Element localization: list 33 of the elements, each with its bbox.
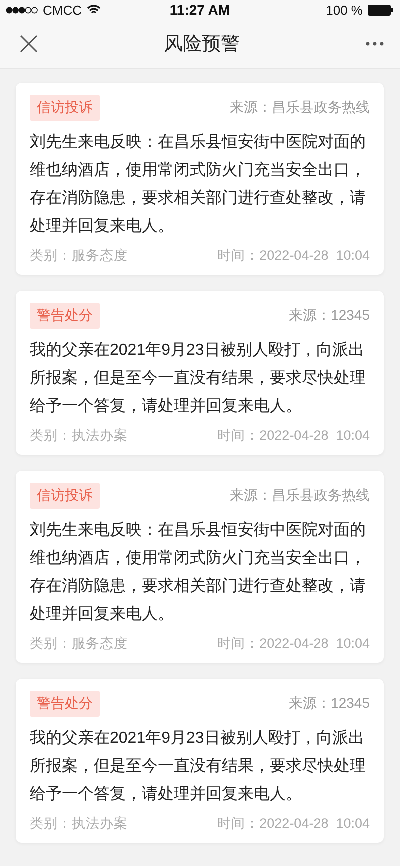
category-text: 类别：执法办案 [30, 815, 128, 833]
source-text: 来源：昌乐县政务热线 [230, 99, 370, 117]
category-tag: 警告处分 [30, 303, 100, 329]
signal-icon [6, 6, 38, 14]
close-button[interactable] [20, 35, 38, 53]
source-text: 来源：昌乐县政务热线 [230, 487, 370, 505]
more-button[interactable] [366, 42, 384, 46]
card-content: 我的父亲在2021年9月23日被别人殴打，向派出所报案，但是至今一直没有结果，要求尽快处理给予一个答复，请处理并回复来电人。 [30, 340, 367, 417]
category-tag: 警告处分 [30, 691, 100, 717]
time-text: 时间：2022-04-28 10:04 [218, 635, 370, 653]
category-tag: 信访投诉 [30, 483, 100, 509]
warning-card[interactable]: 警告处分 来源：12345 我的父亲在2021年9月23日被别人殴打，向派出所报案，但是至今一直没有结果，要求尽快处理给予一个答复，请处理并回复来电人。 类别：执法办案 时间：2022-04-28 10:04 [16, 291, 384, 455]
category-text: 类别：执法办案 [30, 427, 128, 445]
card-content: 刘先生来电反映：在昌乐县恒安街中医院对面的维也纳酒店，使用常闭式防火门充当安全出口，存在消防隐患，要求相关部门进行查处整改，请处理并回复来电人。 [30, 520, 367, 625]
time-text: 时间：2022-04-28 10:04 [218, 247, 370, 265]
carrier-name: CMCC [43, 2, 82, 18]
warning-card[interactable]: 信访投诉 来源：昌乐县政务热线 刘先生来电反映：在昌乐县恒安街中医院对面的维也纳酒店，使用常闭式防火门充当安全出口，存在消防隐患，要求相关部门进行查处整改，请处理并回复来电人。 类别：服务态度 时间：2022-04-28 10:04 [16, 471, 384, 663]
card-content: 刘先生来电反映：在昌乐县恒安街中医院对面的维也纳酒店，使用常闭式防火门充当安全出口，存在消防隐患，要求相关部门进行查处整改，请处理并回复来电人。 [30, 132, 367, 237]
category-tag: 信访投诉 [30, 95, 100, 121]
wifi-icon [87, 5, 101, 15]
time-text: 时间：2022-04-28 10:04 [218, 815, 370, 833]
warning-card[interactable]: 警告处分 来源：12345 我的父亲在2021年9月23日被别人殴打，向派出所报案，但是至今一直没有结果，要求尽快处理给予一个答复，请处理并回复来电人。 类别：执法办案 时间：2022-04-28 10:04 [16, 679, 384, 843]
battery-icon [368, 4, 394, 16]
time-text: 时间：2022-04-28 10:04 [218, 427, 370, 445]
card-content: 我的父亲在2021年9月23日被别人殴打，向派出所报案，但是至今一直没有结果，要求尽快处理给予一个答复，请处理并回复来电人。 [30, 728, 367, 805]
category-text: 类别：服务态度 [30, 247, 128, 265]
clock-time: 11:27 AM [170, 2, 230, 18]
source-text: 来源：12345 [289, 695, 370, 713]
category-text: 类别：服务态度 [30, 635, 128, 653]
source-text: 来源：12345 [289, 307, 370, 325]
page-title: 风险预警 [164, 33, 240, 57]
warning-card[interactable]: 信访投诉 来源：昌乐县政务热线 刘先生来电反映：在昌乐县恒安街中医院对面的维也纳酒店，使用常闭式防火门充当安全出口，存在消防隐患，要求相关部门进行查处整改，请处理并回复来电人。 类别：服务态度 时间：2022-04-28 10:04 [16, 83, 384, 275]
battery-percent: 100 % [326, 2, 363, 18]
